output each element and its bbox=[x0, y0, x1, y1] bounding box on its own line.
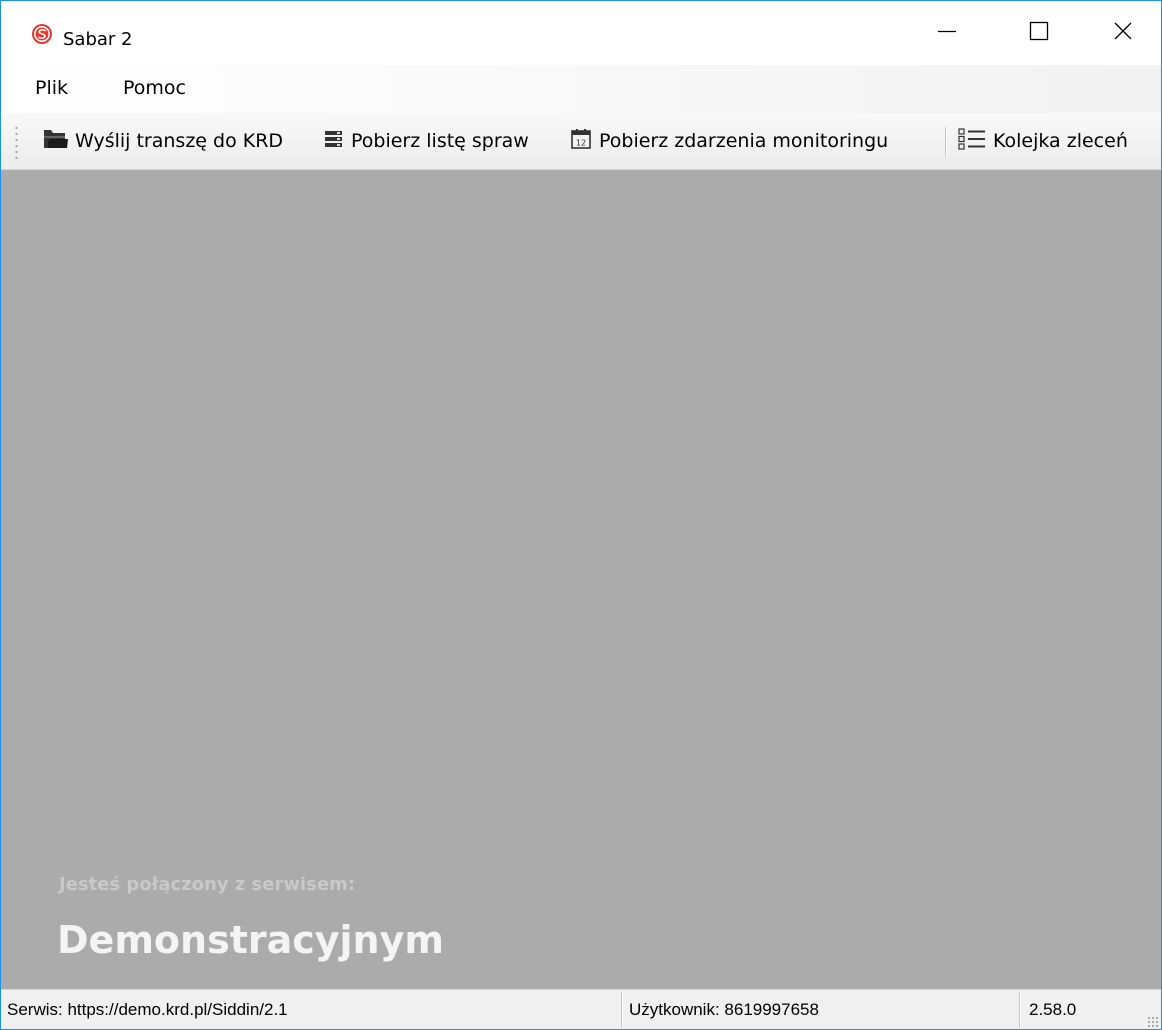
fetch-cases-button[interactable]: Pobierz listę spraw bbox=[323, 123, 529, 159]
window-title: Sabar 2 bbox=[63, 29, 133, 50]
toolbar-separator bbox=[945, 127, 947, 157]
service-name: Demonstracyjnym bbox=[57, 918, 444, 962]
close-icon bbox=[1113, 21, 1133, 46]
toolbar-grip[interactable] bbox=[15, 125, 18, 159]
fetch-monitoring-events-button[interactable]: 12 Pobierz zdarzenia monitoringu bbox=[569, 123, 888, 159]
fetch-monitoring-events-label: Pobierz zdarzenia monitoringu bbox=[599, 130, 889, 152]
app-window: Sabar 2 Plik Pomoc Wyślij transzę do KRD… bbox=[0, 0, 1162, 1030]
main-area: Jesteś połączony z serwisem: Demonstracy… bbox=[1, 170, 1161, 989]
order-queue-button[interactable]: Kolejka zleceń bbox=[957, 123, 1128, 159]
maximize-icon bbox=[1029, 21, 1049, 46]
fetch-cases-label: Pobierz listę spraw bbox=[351, 130, 529, 152]
order-queue-label: Kolejka zleceń bbox=[993, 130, 1128, 152]
send-tranche-label: Wyślij transzę do KRD bbox=[75, 130, 284, 152]
maximize-button[interactable] bbox=[993, 1, 1085, 65]
close-button[interactable] bbox=[1085, 1, 1161, 65]
menu-pomoc[interactable]: Pomoc bbox=[123, 77, 186, 99]
toolbar: Wyślij transzę do KRD Pobierz listę spra… bbox=[1, 113, 1161, 170]
menu-bar: Plik Pomoc bbox=[1, 65, 1161, 113]
resize-grip[interactable] bbox=[1147, 1016, 1159, 1028]
status-divider bbox=[1019, 992, 1021, 1028]
status-service: Serwis: https://demo.krd.pl/Siddin/2.1 bbox=[7, 1000, 288, 1019]
send-tranche-button[interactable]: Wyślij transzę do KRD bbox=[41, 123, 283, 159]
minimize-icon bbox=[937, 21, 957, 46]
folder-send-icon bbox=[41, 127, 69, 156]
menu-plik[interactable]: Plik bbox=[35, 77, 68, 99]
queue-list-icon bbox=[957, 127, 987, 156]
status-divider bbox=[621, 992, 623, 1028]
minimize-button[interactable] bbox=[901, 1, 993, 65]
svg-text:12: 12 bbox=[576, 138, 586, 147]
status-user: Użytkownik: 8619997658 bbox=[629, 1000, 819, 1019]
calendar-icon: 12 bbox=[569, 127, 593, 156]
status-version: 2.58.0 bbox=[1029, 1000, 1077, 1019]
title-bar[interactable]: Sabar 2 bbox=[1, 1, 1161, 65]
status-bar: Serwis: https://demo.krd.pl/Siddin/2.1 U… bbox=[1, 989, 1161, 1029]
server-list-icon bbox=[323, 128, 345, 155]
connected-label: Jesteś połączony z serwisem: bbox=[59, 874, 356, 895]
sabar-logo-icon bbox=[31, 23, 53, 45]
